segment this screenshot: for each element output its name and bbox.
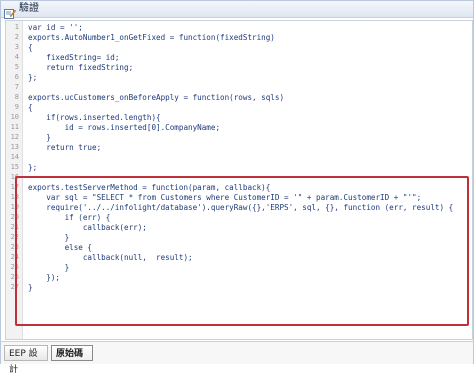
- code-text: fixedString= id;: [28, 53, 120, 62]
- line-number: 10: [10, 113, 19, 121]
- line-number: 17: [10, 183, 19, 191]
- code-text: id = rows.inserted[0].CompanyName;: [28, 123, 221, 132]
- code-editor[interactable]: 1 var id = ''; 2 exports.AutoNumber1_onGet…: [5, 20, 473, 340]
- code-text: }: [28, 263, 70, 272]
- code-text: else {: [28, 243, 93, 252]
- code-text: };: [28, 73, 38, 82]
- line-number: 14: [10, 153, 19, 161]
- code-line[interactable]: 6};: [6, 73, 472, 82]
- code-text: if (err) {: [28, 213, 111, 222]
- line-number: 27: [10, 283, 19, 291]
- tab-source-code[interactable]: 原始碼: [51, 345, 93, 361]
- code-line[interactable]: 13 return true;: [6, 143, 472, 152]
- code-text: {: [28, 43, 33, 52]
- window-title: 驗證: [19, 3, 39, 14]
- code-line[interactable]: 22 }: [6, 233, 472, 242]
- line-number: 6: [14, 73, 19, 81]
- code-line[interactable]: 1 var id = '';: [6, 23, 472, 32]
- code-line[interactable]: 27}: [6, 283, 472, 292]
- code-line[interactable]: 9{: [6, 103, 472, 112]
- line-number: 7: [14, 83, 19, 91]
- editor-window: 驗證 1 var id = ''; 2 exports.AutoNumber1_on…: [0, 0, 474, 375]
- code-text: }: [28, 233, 70, 242]
- code-line[interactable]: 14: [6, 153, 472, 162]
- line-number: 24: [10, 253, 19, 261]
- code-line[interactable]: 24 callback(null, result);: [6, 253, 472, 262]
- line-number: 26: [10, 273, 19, 281]
- line-number: 5: [14, 63, 19, 71]
- line-number: 20: [10, 213, 19, 221]
- code-text: callback(null, result);: [28, 253, 193, 262]
- code-line[interactable]: 11 id = rows.inserted[0].CompanyName;: [6, 123, 472, 132]
- code-line[interactable]: 20 if (err) {: [6, 213, 472, 222]
- code-text: exports.AutoNumber1_onGetFixed = functio…: [28, 33, 275, 42]
- code-line[interactable]: 17 exports.testServerMethod = function(pa…: [6, 183, 472, 192]
- title-bar: 驗證: [1, 1, 473, 19]
- line-number: 1: [14, 23, 19, 31]
- line-number: 16: [10, 173, 19, 181]
- code-line[interactable]: 2 exports.AutoNumber1_onGetFixed = functi…: [6, 33, 472, 42]
- line-number: 15: [10, 163, 19, 171]
- code-line[interactable]: 5 return fixedString;: [6, 63, 472, 72]
- line-number: 22: [10, 233, 19, 241]
- code-line[interactable]: 15};: [6, 163, 472, 172]
- code-text: exports.ucCustomers_onBeforeApply = func…: [28, 93, 285, 102]
- code-line[interactable]: 16: [6, 173, 472, 182]
- code-text: callback(err);: [28, 223, 147, 232]
- code-line[interactable]: 19 require('../../infolight/database').q…: [6, 203, 472, 212]
- code-text: }: [28, 283, 33, 292]
- code-text: return true;: [28, 143, 102, 152]
- line-number: 4: [14, 53, 19, 61]
- code-text: var id = '';: [28, 23, 83, 32]
- code-text: };: [28, 163, 38, 172]
- bottom-tab-bar: EEP 設計 原始碼: [1, 341, 473, 375]
- line-number: 13: [10, 143, 19, 151]
- line-number: 3: [14, 43, 19, 51]
- code-line[interactable]: 25 }: [6, 263, 472, 272]
- line-number: 25: [10, 263, 19, 271]
- code-text: var sql = "SELECT * from Customers where…: [28, 193, 422, 202]
- code-text: if(rows.inserted.length){: [28, 113, 161, 122]
- line-number: 21: [10, 223, 19, 231]
- line-number: 23: [10, 243, 19, 251]
- code-line[interactable]: 4 fixedString= id;: [6, 53, 472, 62]
- code-line[interactable]: 23 else {: [6, 243, 472, 252]
- code-line[interactable]: 12 }: [6, 133, 472, 142]
- code-line[interactable]: 26 });: [6, 273, 472, 282]
- code-line[interactable]: 3{: [6, 43, 472, 52]
- line-number: 12: [10, 133, 19, 141]
- edit-icon: [4, 4, 17, 19]
- code-line[interactable]: 21 callback(err);: [6, 223, 472, 232]
- code-line[interactable]: 10 if(rows.inserted.length){: [6, 113, 472, 122]
- line-number: 19: [10, 203, 19, 211]
- code-text: require('../../infolight/database').quer…: [28, 203, 454, 212]
- code-line[interactable]: 8 exports.ucCustomers_onBeforeApply = fun…: [6, 93, 472, 102]
- line-number: 11: [10, 123, 19, 131]
- code-text: return fixedString;: [28, 63, 134, 72]
- tab-eep-design[interactable]: EEP 設計: [4, 345, 48, 375]
- code-text: }: [28, 133, 51, 142]
- line-number: 8: [14, 93, 19, 101]
- code-text: });: [28, 273, 61, 282]
- code-text: exports.testServerMethod = function(para…: [28, 183, 271, 192]
- line-number: 18: [10, 193, 19, 201]
- line-number: 9: [14, 103, 19, 111]
- code-line[interactable]: 7: [6, 83, 472, 92]
- line-number: 2: [14, 33, 19, 41]
- code-line[interactable]: 18 var sql = "SELECT * from Customers wh…: [6, 193, 472, 202]
- code-text: {: [28, 103, 33, 112]
